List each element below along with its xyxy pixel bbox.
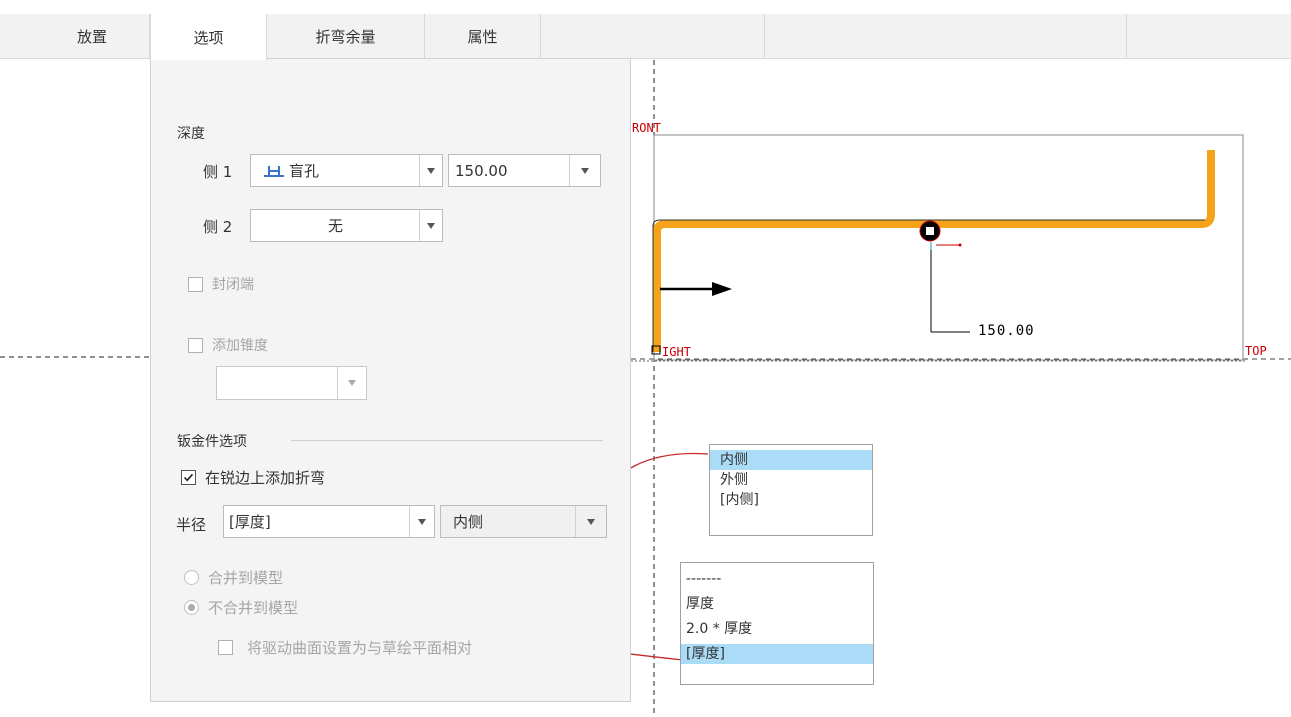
checkmark-icon [183,473,194,482]
no-merge-to-model-label: 不合并到模型 [208,599,299,617]
blind-icon [263,163,285,179]
bend-side-dropdown: 内侧 外侧 [内侧] [709,444,873,536]
side1-label: 侧 1 [203,163,233,181]
capped-ends-option[interactable]: 封闭端 [188,274,254,294]
add-taper-option[interactable]: 添加锥度 [188,335,268,355]
merge-to-model-radio[interactable] [184,570,199,585]
handle-axis-dot [958,243,962,247]
radius-dropdown: ------- 厚度 2.0 * 厚度 [厚度] [680,562,874,685]
drag-handle-center [926,227,934,235]
drive-surface-label: 将驱动曲面设置为与草绘平面相对 [247,639,473,657]
radius-select[interactable]: [厚度] [223,505,435,538]
radius-option-default-thickness[interactable]: [厚度] [681,644,873,664]
sketch-plane-outline [653,134,1244,361]
right-datum-label: IGHT [662,345,691,359]
chevron-down-icon[interactable] [575,506,606,537]
front-datum-label: RONT [632,121,661,135]
side1-depth-value: 150.00 [455,161,508,180]
options-panel: 深度 侧 1 盲孔 150.00 侧 2 无 封闭端 添加锥度 钣金件选项 在锐… [150,58,631,702]
add-taper-label: 添加锥度 [212,338,268,354]
chevron-down-icon[interactable] [569,155,600,186]
side2-type-value: 无 [327,217,343,235]
top-datum-label: TOP [1245,344,1267,358]
merge-to-model-option[interactable]: 合并到模型 [184,567,283,588]
tab-options[interactable]: 选项 [150,14,267,60]
bend-side-option-outside[interactable]: 外侧 [710,470,872,490]
tab-options-label: 选项 [193,28,224,47]
no-merge-to-model-radio[interactable] [184,600,199,615]
no-merge-to-model-option[interactable]: 不合并到模型 [184,597,298,618]
chevron-down-icon[interactable] [419,210,442,241]
drive-surface-checkbox[interactable] [218,640,233,655]
radius-value: [厚度] [229,513,271,531]
capped-ends-checkbox[interactable] [188,276,203,292]
side2-type-select[interactable]: 无 [250,209,443,242]
chevron-down-icon[interactable] [419,155,442,186]
radius-option-thickness[interactable]: 厚度 [681,594,873,614]
sheetmetal-section-title: 钣金件选项 [177,434,247,450]
radius-label: 半径 [176,516,207,534]
add-bends-option[interactable]: 在锐边上添加折弯 [181,467,325,488]
section-divider [291,440,603,441]
drive-surface-option[interactable]: 将驱动曲面设置为与草绘平面相对 [218,637,472,658]
sheetmetal-profile[interactable] [653,150,1215,352]
add-bends-checkbox[interactable] [181,470,196,485]
side2-label: 侧 2 [203,218,233,236]
side1-depth-input[interactable]: 150.00 [448,154,601,187]
depth-dimension[interactable]: 150.00 [978,323,1035,339]
bend-side-option-default[interactable]: [内侧] [710,490,872,510]
side1-type-value: 盲孔 [289,162,320,180]
depth-section-title: 深度 [177,126,205,142]
radio-dot [188,604,195,611]
bend-side-select[interactable]: 内侧 [440,505,607,538]
radius-option-double-thickness[interactable]: 2.0 * 厚度 [681,619,873,639]
add-bends-label: 在锐边上添加折弯 [205,469,326,487]
capped-ends-label: 封闭端 [212,277,254,293]
merge-to-model-label: 合并到模型 [208,569,284,587]
taper-angle-select[interactable] [216,366,367,400]
direction-arrow-icon[interactable] [712,282,732,296]
bend-side-option-inside[interactable]: 内侧 [710,450,872,470]
radius-option-separator: ------- [686,571,722,587]
bend-side-value: 内侧 [453,513,484,531]
chevron-down-icon[interactable] [337,367,366,399]
chevron-down-icon[interactable] [409,506,434,537]
side1-type-select[interactable]: 盲孔 [250,154,443,187]
add-taper-checkbox[interactable] [188,337,203,353]
